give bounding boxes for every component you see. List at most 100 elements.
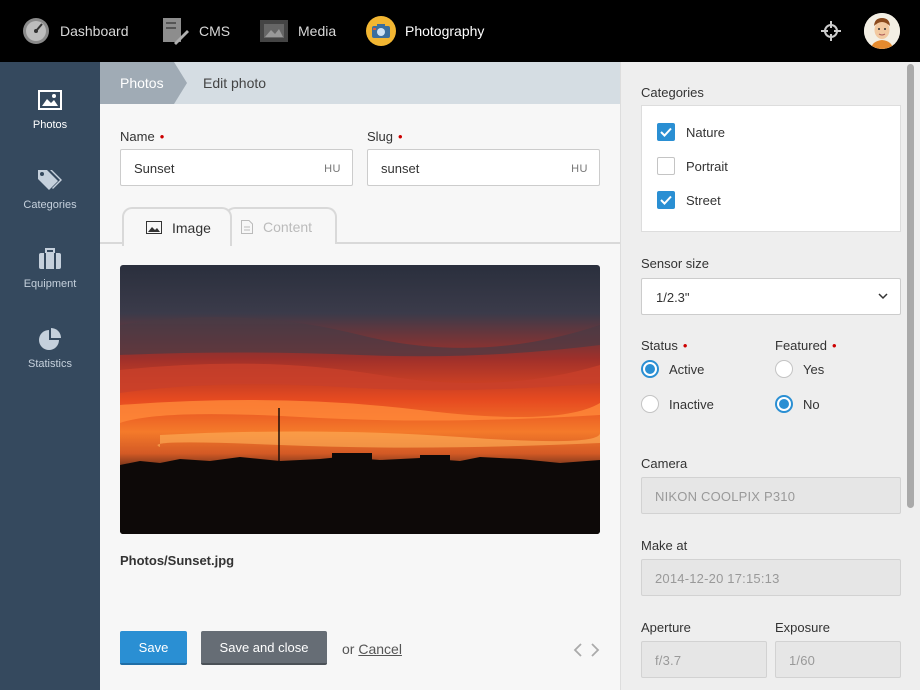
properties-panel: Categories Nature Portrait Street Sensor… [620,62,920,690]
chevron-left-icon[interactable] [572,642,584,658]
featured-yes-radio[interactable]: Yes [775,360,824,378]
chevron-right-icon[interactable] [589,642,601,658]
category-label: Portrait [686,158,728,174]
slug-field-label: Slug • [367,129,403,144]
tab-label: Content [263,218,313,235]
tab-image[interactable]: Image [122,207,232,246]
save-and-close-button[interactable]: Save and close [201,631,327,665]
featured-label: Featured • [775,338,837,353]
photo-preview[interactable] [120,265,600,534]
radio-selected-icon [641,360,659,378]
document-pen-icon [160,16,190,46]
required-marker: • [398,129,403,144]
image-icon [146,221,162,234]
category-street-checkbox[interactable]: Street [657,191,721,209]
topnav-label: CMS [199,23,231,39]
exposure-value: 1/60 [789,653,816,668]
pie-chart-icon [0,326,100,352]
featured-no-radio[interactable]: No [775,395,820,413]
speedometer-icon [21,16,51,46]
suitcase-icon [0,246,100,272]
aperture-label: Aperture [641,620,691,635]
featured-label-text: Featured [775,338,828,353]
sidebar-item-statistics[interactable]: Statistics [0,326,100,386]
sidebar-item-equipment[interactable]: Equipment [0,246,100,306]
file-path: Photos/Sunset.jpg [120,553,235,568]
panel-scrollbar[interactable] [907,64,914,508]
chevron-down-icon [878,293,888,300]
sensor-size-value: 1/2.3" [656,290,690,305]
required-marker: • [832,338,837,353]
topnav-label: Media [298,23,337,39]
status-inactive-radio[interactable]: Inactive [641,395,714,413]
crosshair-icon[interactable] [820,20,842,42]
make-at-field: 2014-12-20 17:15:13 [641,559,901,596]
sidebar-item-label: Photos [32,119,68,131]
category-portrait-checkbox[interactable]: Portrait [657,157,728,175]
required-marker: • [682,338,688,353]
slug-value: sunset [381,161,420,176]
checkbox-unchecked-icon [657,157,675,175]
sidebar-item-label: Categories [23,199,77,211]
radio-selected-icon [775,395,793,413]
sensor-size-label: Sensor size [641,256,709,271]
name-field[interactable]: Sunset HU [120,149,353,186]
top-navbar: Dashboard CMS Media Photography [0,0,920,62]
checkbox-checked-icon [657,123,675,141]
status-label: Status • [641,338,687,353]
camera-value: NIKON COOLPIX P310 [655,489,796,504]
status-active-radio[interactable]: Active [641,360,704,378]
topnav-label: Photography [405,23,485,39]
make-at-label: Make at [641,538,688,553]
aperture-value: f/3.7 [655,653,682,668]
tab-label: Image [172,219,211,236]
category-label: Nature [686,124,726,140]
category-nature-checkbox[interactable]: Nature [657,123,725,141]
topnav-dashboard[interactable]: Dashboard [21,14,129,48]
radio-unselected-icon [641,395,659,413]
breadcrumb-arrow [174,62,187,104]
language-badge: HU [571,163,588,175]
cancel-link[interactable]: Cancel [358,641,402,657]
exposure-field: 1/60 [775,641,901,678]
sidebar-item-label: Equipment [23,278,77,290]
slug-field[interactable]: sunset HU [367,149,600,186]
camera-field: NIKON COOLPIX P310 [641,477,901,514]
name-field-label: Name • [120,129,164,144]
tab-content[interactable]: Content [225,207,337,244]
aperture-field: f/3.7 [641,641,767,678]
topnav-photography[interactable]: Photography [366,14,484,48]
cancel-group: or Cancel [342,641,402,657]
sidebar-item-photos[interactable]: Photos [0,87,100,147]
radio-label: Active [669,361,705,377]
topnav-media[interactable]: Media [259,14,336,48]
language-badge: HU [324,163,341,175]
categories-label: Categories [641,85,704,100]
checkbox-checked-icon [657,191,675,209]
camera-label: Camera [641,456,688,471]
exposure-label: Exposure [775,620,830,635]
radio-unselected-icon [775,360,793,378]
camera-icon [366,16,396,46]
slug-label-text: Slug [367,129,394,144]
status-label-text: Status [641,338,678,353]
image-icon [0,87,100,113]
film-image-icon [259,16,289,46]
breadcrumb-photos-link[interactable]: Photos [100,62,174,104]
breadcrumb-current: Edit photo [203,75,267,91]
sensor-size-select[interactable]: 1/2.3" [641,278,901,315]
radio-label: No [803,396,820,412]
category-label: Street [686,192,721,208]
tags-icon [0,167,100,193]
radio-label: Inactive [669,396,714,412]
name-label-text: Name [120,129,155,144]
topnav-cms[interactable]: CMS [160,14,230,48]
user-avatar[interactable] [864,13,900,49]
save-button[interactable]: Save [120,631,187,665]
sidebar-item-label: Statistics [27,358,72,370]
or-text: or [342,641,355,657]
document-icon [241,219,253,234]
sidebar-item-categories[interactable]: Categories [0,167,100,227]
main-content: Photos Edit photo Name • Sunset HU Slug • … [100,62,620,690]
topnav-label: Dashboard [60,23,129,39]
